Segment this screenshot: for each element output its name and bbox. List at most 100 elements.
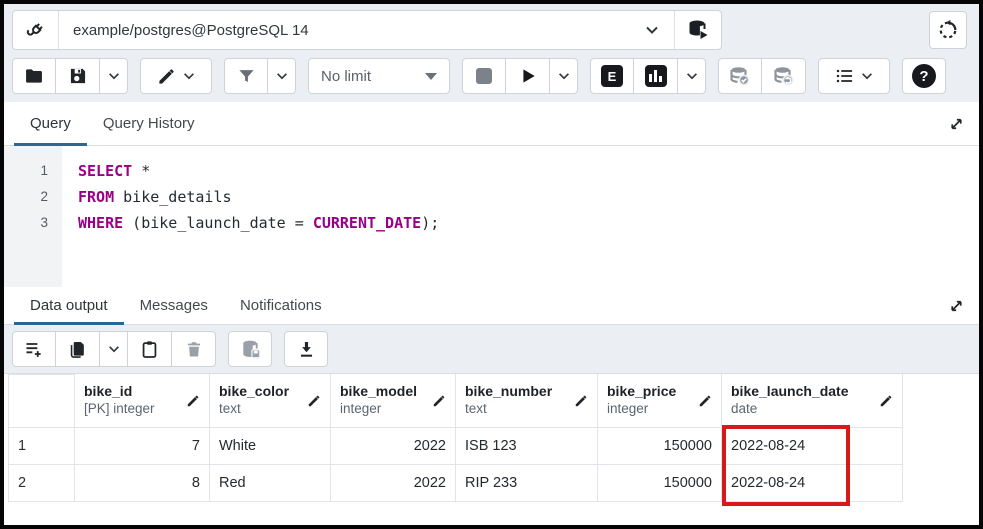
download-group: [284, 331, 328, 367]
edit-group: [140, 58, 212, 94]
macros-group: [818, 58, 890, 94]
panel-expand-button[interactable]: [948, 115, 965, 132]
connection-bar: example/postgres@PostgreSQL 14: [4, 4, 979, 56]
explain-button[interactable]: E: [590, 58, 634, 94]
editor-code[interactable]: SELECT * FROM bike_details WHERE (bike_l…: [62, 146, 979, 287]
save-data-button[interactable]: [228, 331, 272, 367]
cell-bike-color[interactable]: Red: [210, 465, 331, 502]
sql-text: );: [421, 214, 439, 232]
edit-menu-button[interactable]: [140, 58, 212, 94]
tab-messages[interactable]: Messages: [124, 287, 224, 324]
save-options-button[interactable]: [100, 58, 128, 94]
edit-pencil-icon: [186, 394, 200, 408]
chevron-down-icon: [860, 69, 874, 83]
execute-options-button[interactable]: [550, 58, 578, 94]
row-limit-select[interactable]: No limit: [308, 58, 450, 94]
edit-pencil-icon: [307, 394, 321, 408]
filter-button[interactable]: [224, 58, 268, 94]
edit-pencil-icon: [432, 394, 446, 408]
sql-keyword: SELECT: [78, 162, 132, 180]
help-group: ?: [902, 58, 946, 94]
execute-button[interactable]: [506, 58, 550, 94]
rollback-button[interactable]: [762, 58, 806, 94]
connection-dropdown[interactable]: example/postgres@PostgreSQL 14: [59, 11, 674, 49]
copy-options-button[interactable]: [100, 331, 128, 367]
cell-bike-number[interactable]: ISB 123: [456, 428, 598, 465]
download-results-button[interactable]: [284, 331, 328, 367]
column-type: integer: [340, 401, 426, 418]
cell-bike-number[interactable]: RIP 233: [456, 465, 598, 502]
cell-bike-launch-date[interactable]: 2022-08-24: [722, 465, 903, 502]
explain-analyze-button[interactable]: [634, 58, 678, 94]
column-header-bike-launch-date[interactable]: bike_launch_date date: [722, 374, 903, 428]
connection-status-button[interactable]: [13, 11, 59, 49]
output-toolbar: [4, 325, 979, 373]
cell-bike-id[interactable]: 7: [75, 428, 210, 465]
output-expand-button[interactable]: [948, 297, 965, 314]
copy-icon: [68, 340, 87, 359]
sql-text: *: [132, 162, 150, 180]
explain-icon: E: [601, 65, 623, 87]
pencil-icon: [157, 67, 176, 86]
explain-options-button[interactable]: [678, 58, 706, 94]
row-selector[interactable]: 2: [8, 465, 75, 502]
table-row: 1 7 White 2022 ISB 123 150000 2022-08-24: [8, 428, 979, 465]
column-header-bike-price[interactable]: bike_price integer: [598, 374, 722, 428]
sql-keyword: FROM: [78, 188, 114, 206]
edit-pencil-icon: [698, 394, 712, 408]
column-name: bike_id: [84, 383, 180, 401]
save-file-button[interactable]: [56, 58, 100, 94]
commit-button[interactable]: [718, 58, 762, 94]
tab-query[interactable]: Query: [14, 102, 87, 145]
cell-bike-model[interactable]: 2022: [331, 465, 456, 502]
line-number: 2: [4, 184, 48, 210]
database-connect-icon: [686, 18, 710, 42]
copy-button[interactable]: [56, 331, 100, 367]
row-number-header[interactable]: [8, 374, 75, 428]
cancel-query-button[interactable]: [462, 58, 506, 94]
cell-bike-model[interactable]: 2022: [331, 428, 456, 465]
caret-down-icon: [425, 73, 437, 80]
file-group: [12, 58, 128, 94]
cell-bike-launch-date[interactable]: 2022-08-24: [722, 428, 903, 465]
help-icon: ?: [912, 64, 936, 88]
new-connection-button[interactable]: [674, 11, 721, 49]
pgadmin-query-tool-window: example/postgres@PostgreSQL 14: [0, 0, 983, 529]
chevron-down-icon: [182, 69, 196, 83]
line-number: 3: [4, 210, 48, 236]
sql-line: WHERE (bike_launch_date = CURRENT_DATE);: [78, 210, 979, 236]
column-header-bike-model[interactable]: bike_model integer: [331, 374, 456, 428]
column-header-bike-number[interactable]: bike_number text: [456, 374, 598, 428]
column-header-bike-id[interactable]: bike_id [PK] integer: [75, 374, 210, 428]
row-selector[interactable]: 1: [8, 428, 75, 465]
edit-pencil-icon: [574, 394, 588, 408]
cell-bike-price[interactable]: 150000: [598, 465, 722, 502]
sql-keyword: WHERE: [78, 214, 123, 232]
tab-data-output[interactable]: Data output: [14, 287, 124, 324]
explain-group: E: [590, 58, 706, 94]
paste-button[interactable]: [128, 331, 172, 367]
folder-icon: [24, 66, 44, 86]
chevron-down-icon: [644, 22, 660, 38]
stop-icon: [476, 68, 492, 84]
download-icon: [297, 340, 316, 359]
cell-bike-id[interactable]: 8: [75, 465, 210, 502]
sql-keyword: CURRENT_DATE: [313, 214, 421, 232]
filter-options-button[interactable]: [268, 58, 296, 94]
refresh-dotted-icon: [937, 19, 959, 41]
cell-bike-color[interactable]: White: [210, 428, 331, 465]
sql-editor[interactable]: 1 2 3 SELECT * FROM bike_details WHERE (…: [4, 146, 979, 287]
tab-query-history[interactable]: Query History: [87, 102, 211, 145]
explain-glyph: E: [608, 69, 617, 84]
delete-row-button[interactable]: [172, 331, 216, 367]
add-row-button[interactable]: [12, 331, 56, 367]
cell-bike-price[interactable]: 150000: [598, 428, 722, 465]
auto-rollback-button[interactable]: [929, 11, 967, 49]
help-button[interactable]: ?: [902, 58, 946, 94]
macros-button[interactable]: [818, 58, 890, 94]
open-file-button[interactable]: [12, 58, 56, 94]
column-header-bike-color[interactable]: bike_color text: [210, 374, 331, 428]
column-type: text: [219, 401, 301, 418]
tab-notifications[interactable]: Notifications: [224, 287, 338, 324]
sql-line: FROM bike_details: [78, 184, 979, 210]
